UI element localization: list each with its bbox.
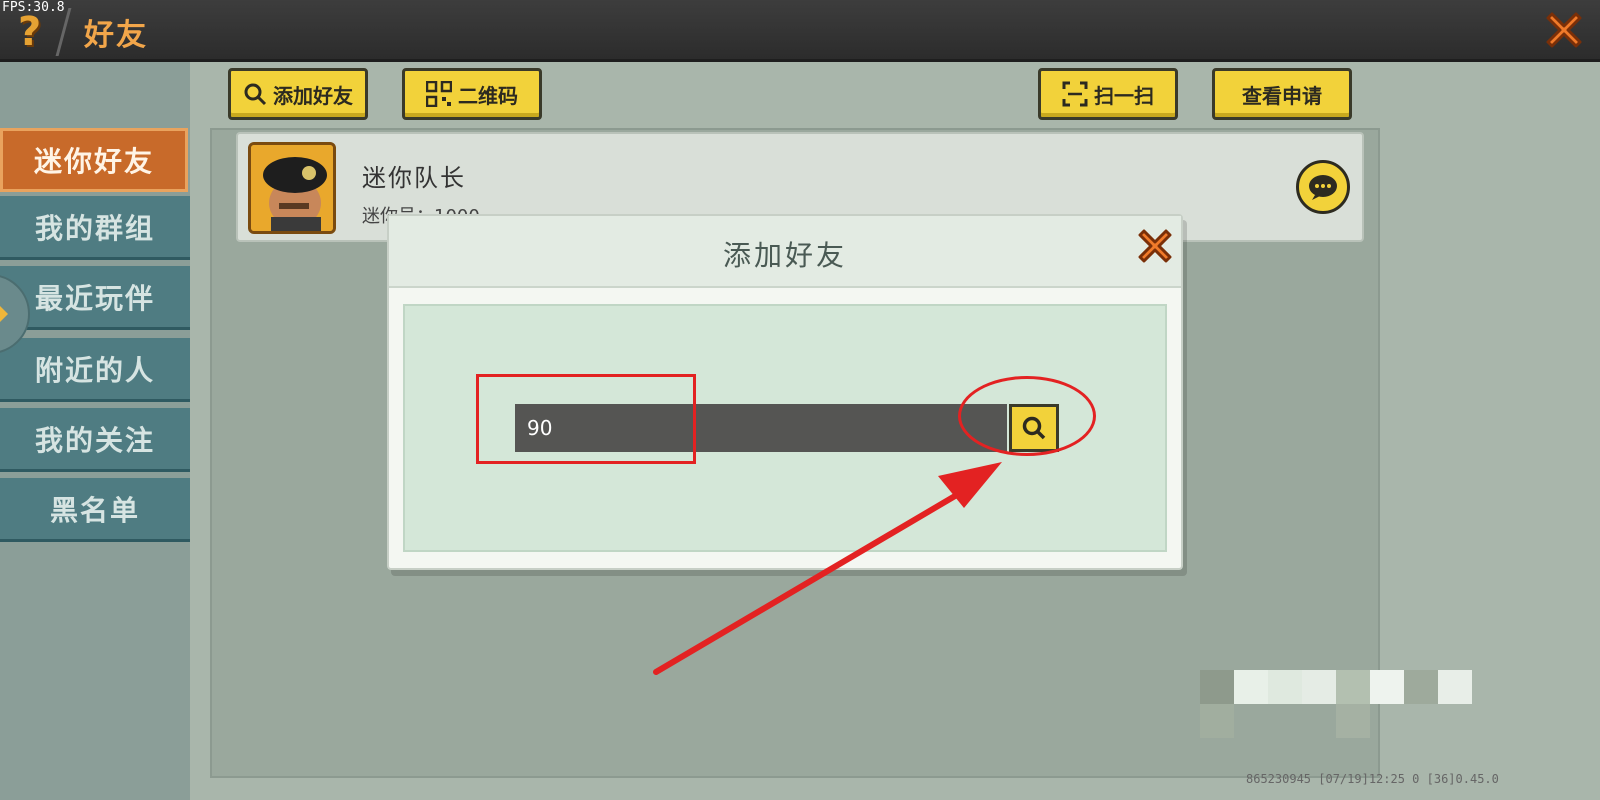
- qr-code-icon: [426, 81, 452, 107]
- view-requests-button[interactable]: 查看申请: [1212, 68, 1352, 120]
- status-line: 865230945 [07/19]12:25 0 [36]0.45.0: [1246, 772, 1499, 786]
- captain-avatar-icon: [251, 145, 333, 231]
- view-requests-label: 查看申请: [1242, 83, 1322, 108]
- dialog-title: 添加好友: [722, 239, 847, 272]
- page-title: 好友: [84, 18, 148, 53]
- scan-icon: [1062, 81, 1088, 107]
- sidebar-item-mini-friends[interactable]: 迷你好友: [0, 128, 188, 192]
- chevron-right-icon: [0, 302, 8, 326]
- annotation-rectangle: [476, 374, 696, 464]
- close-icon[interactable]: [1133, 224, 1177, 268]
- title-divider: [55, 8, 72, 56]
- sidebar: 迷你好友 我的群组 最近玩伴 附近的人 我的关注 黑名单: [0, 62, 190, 800]
- sidebar-item-label: 最近玩伴: [34, 281, 155, 315]
- chat-bubble-icon: [1309, 175, 1337, 200]
- sidebar-item-my-follows[interactable]: 我的关注: [0, 408, 190, 472]
- sidebar-item-blacklist[interactable]: 黑名单: [0, 478, 190, 542]
- sidebar-item-label: 我的关注: [34, 423, 155, 457]
- sidebar-item-label: 黑名单: [49, 493, 140, 527]
- scan-label: 扫一扫: [1094, 83, 1154, 108]
- chat-button[interactable]: [1296, 160, 1350, 214]
- qr-code-button[interactable]: 二维码: [402, 68, 542, 120]
- avatar: [248, 142, 336, 234]
- scan-button[interactable]: 扫一扫: [1038, 68, 1178, 120]
- sidebar-item-label: 我的群组: [34, 211, 155, 245]
- qr-code-label: 二维码: [458, 83, 518, 108]
- help-icon[interactable]: ?: [18, 10, 54, 54]
- sidebar-item-my-groups[interactable]: 我的群组: [0, 196, 190, 260]
- add-friend-button[interactable]: 添加好友: [228, 68, 368, 120]
- friend-name: 迷你队长: [362, 164, 466, 192]
- sidebar-item-label: 附近的人: [34, 353, 155, 387]
- sidebar-item-label: 迷你好友: [33, 145, 154, 178]
- add-friend-label: 添加好友: [273, 83, 353, 108]
- dialog-header: 添加好友: [389, 216, 1181, 288]
- sidebar-item-nearby-people[interactable]: 附近的人: [0, 338, 190, 402]
- top-bar: FPS:30.8 ? 好友: [0, 0, 1600, 62]
- close-icon[interactable]: [1540, 6, 1588, 54]
- annotation-ellipse: [958, 376, 1096, 456]
- search-icon: [244, 83, 267, 106]
